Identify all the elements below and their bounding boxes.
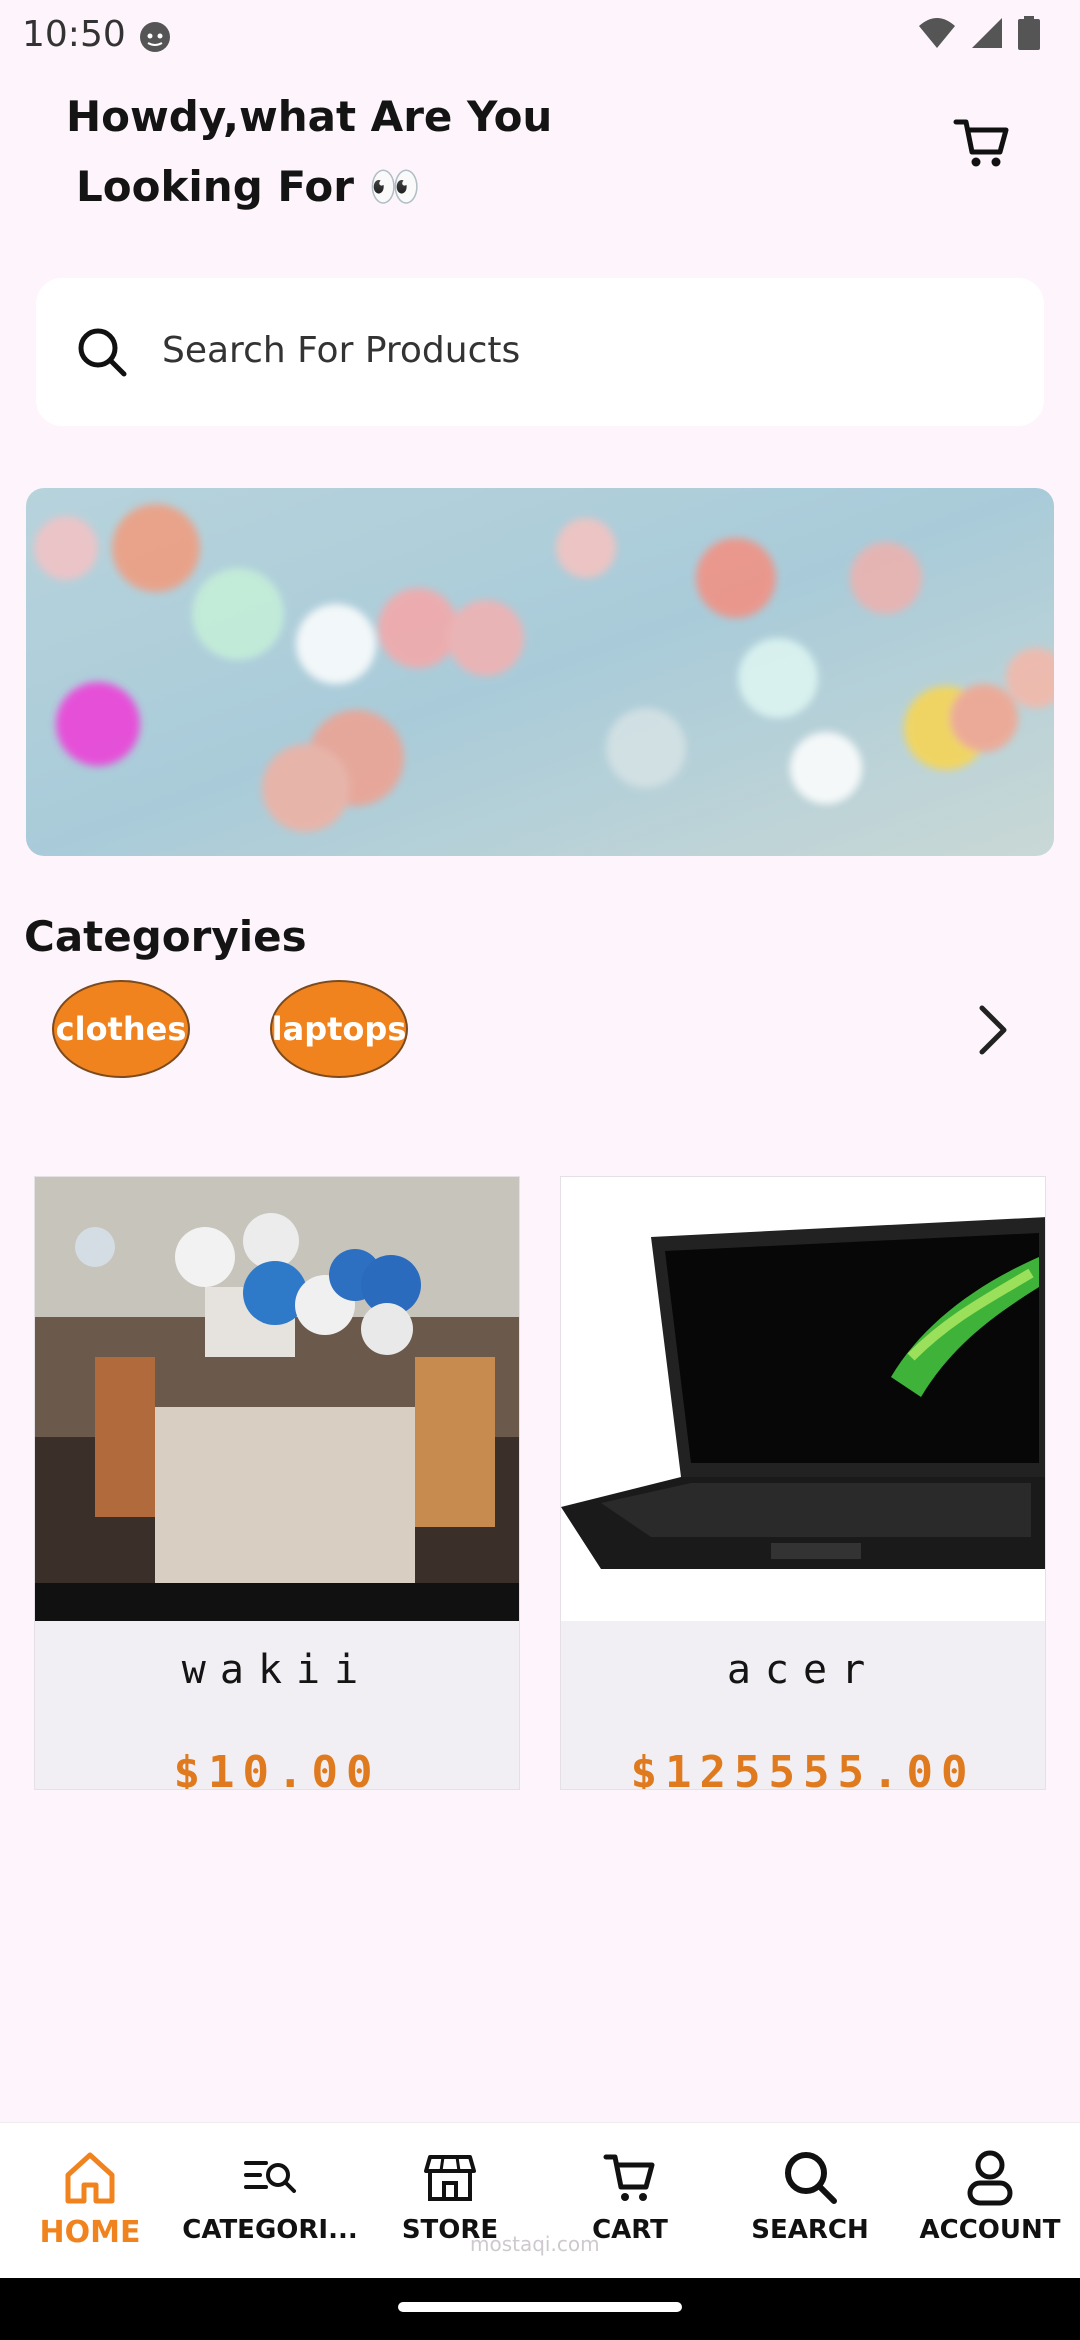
product-card[interactable]: wakii $10.00 [34, 1176, 520, 1790]
cellular-signal-icon [972, 18, 1002, 48]
account-icon [967, 2150, 1013, 2206]
battery-icon [1018, 16, 1040, 50]
status-bar: 10:50 [0, 0, 1080, 74]
greeting-line-2: Looking For 👀 [76, 162, 421, 211]
nav-label: ACCOUNT [919, 2215, 1061, 2245]
search-icon [78, 328, 127, 377]
nav-item-home[interactable]: HOME [0, 2123, 180, 2279]
product-image-clothing-store [35, 1177, 519, 1621]
nav-item-search[interactable]: SEARCH [720, 2123, 900, 2279]
bokeh-lights-image [26, 488, 1054, 856]
nav-item-categories[interactable]: CATEGORI... [180, 2123, 360, 2279]
nav-item-account[interactable]: ACCOUNT [900, 2123, 1080, 2279]
watermark: mostaqi.com [470, 2232, 600, 2256]
promo-banner[interactable] [26, 488, 1054, 856]
search-input[interactable]: Search For Products [162, 330, 520, 371]
greeting-line-1: Howdy,what Are You [66, 92, 553, 141]
chevron-right-icon[interactable] [970, 1002, 1016, 1058]
face-icon [140, 22, 170, 52]
search-bar[interactable]: Search For Products [36, 278, 1044, 426]
cart-icon[interactable] [952, 112, 1012, 172]
store-icon [424, 2155, 476, 2201]
status-time: 10:50 [22, 14, 126, 55]
product-image-laptop [561, 1177, 1045, 1621]
nav-label: HOME [39, 2215, 141, 2250]
product-name: acer [726, 1647, 880, 1693]
product-name: wakii [181, 1647, 373, 1693]
categories-icon [244, 2161, 296, 2193]
categories-heading: Categoryies [24, 912, 307, 961]
product-price: $10.00 [173, 1747, 381, 1790]
wifi-icon [919, 18, 955, 48]
nav-label: SEARCH [751, 2215, 869, 2245]
product-price: $125555.00 [630, 1747, 976, 1790]
greeting-heading: Howdy,what Are You Looking For 👀 [66, 82, 586, 222]
category-chip-clothes[interactable]: clothes [52, 980, 190, 1078]
cart-icon [603, 2154, 655, 2201]
system-navigation-bar [0, 2278, 1080, 2340]
nav-label: CATEGORI... [182, 2215, 358, 2245]
product-card[interactable]: acer $125555.00 [560, 1176, 1046, 1790]
home-icon [65, 2152, 115, 2204]
category-chip-laptops[interactable]: laptops [270, 980, 408, 1078]
home-indicator[interactable] [398, 2302, 682, 2312]
search-icon [785, 2152, 837, 2204]
